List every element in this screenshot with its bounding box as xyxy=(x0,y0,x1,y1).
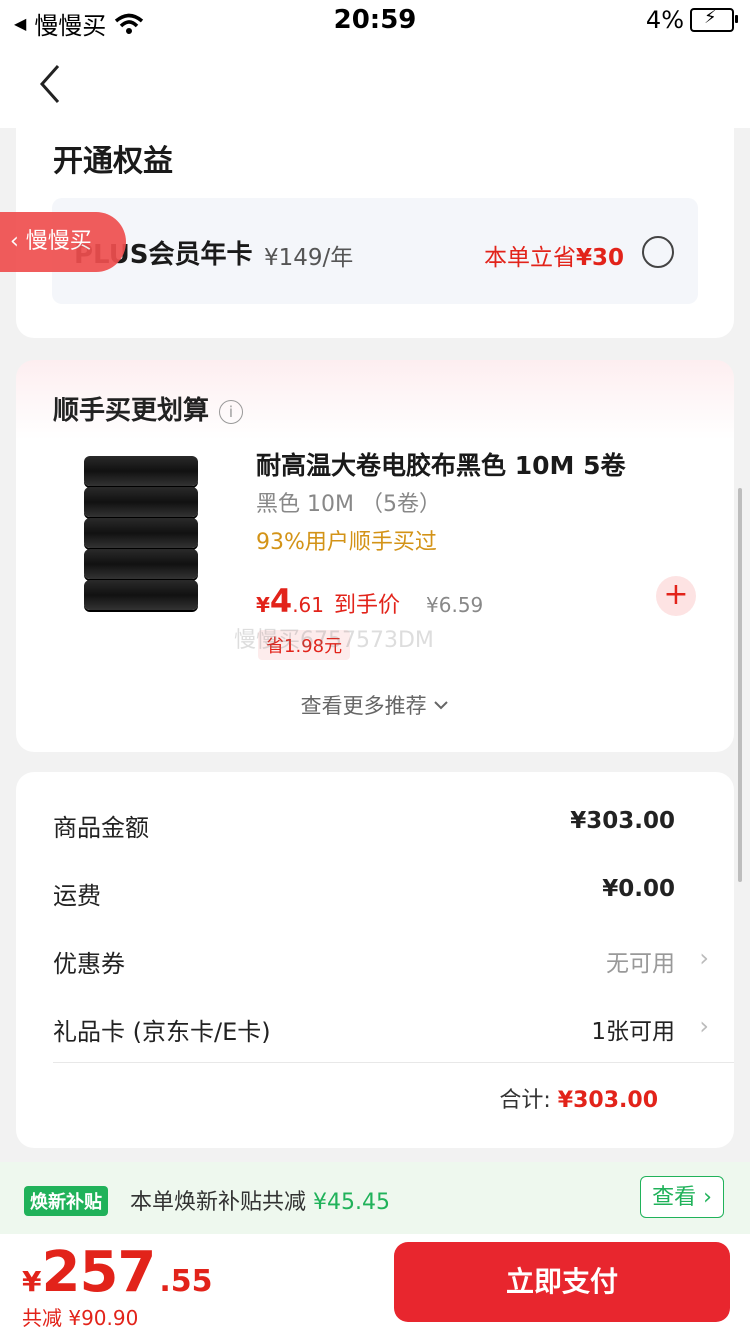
more-recommendations[interactable]: 查看更多推荐 xyxy=(16,690,734,720)
plus-save-prefix: 本单立省 xyxy=(483,245,576,271)
price-yen: ¥ xyxy=(256,593,270,617)
bottom-bar: ¥ 257 .55 共减 ¥90.90 立即支付 xyxy=(0,1234,750,1334)
status-time: 20:59 xyxy=(333,5,417,35)
chevron-right-icon: › xyxy=(699,1012,709,1040)
status-right: 4% ⚡ xyxy=(645,6,738,34)
battery-percent: 4% xyxy=(645,6,684,34)
row-coupon[interactable]: 优惠券 无可用 › xyxy=(53,944,709,979)
pay-now-button[interactable]: 立即支付 xyxy=(394,1242,730,1322)
summary-card: 商品金额 ¥303.00 运费 ¥0.00 优惠券 无可用 › 礼品卡 (京东卡… xyxy=(16,772,734,1148)
tape-roll xyxy=(84,456,198,486)
original-price: ¥6.59 xyxy=(426,593,484,617)
nav-bar xyxy=(0,44,750,128)
product-image[interactable] xyxy=(54,444,224,620)
float-back-tag[interactable]: ‹ 慢慢买 xyxy=(0,212,126,272)
tape-roll xyxy=(84,487,198,517)
plus-membership-option[interactable]: PLUS会员年卡 ¥149/年 本单立省¥30 xyxy=(52,198,698,304)
plus-save-amount: ¥30 xyxy=(575,245,624,271)
subsidy-amount: ¥45.45 xyxy=(313,1190,390,1215)
pay-saved[interactable]: 共减 ¥90.90 xyxy=(22,1302,138,1331)
tape-roll xyxy=(84,580,198,610)
subsidy-bar: 焕新补贴 本单焕新补贴共减 ¥45.45 查看 › xyxy=(0,1162,750,1234)
back-button[interactable] xyxy=(34,62,74,112)
product-price-value: ¥4.61 xyxy=(256,582,324,620)
more-label: 查看更多推荐 xyxy=(300,694,427,718)
add-to-order-button[interactable]: + xyxy=(656,576,696,616)
watermark: 慢慢买6757573DM xyxy=(234,628,434,653)
total-amount: ¥303.00 xyxy=(557,1088,658,1113)
row-value: 无可用 xyxy=(606,951,675,977)
product-price: ¥4.61 到手价 ¥6.59 xyxy=(256,582,483,620)
row-label: 优惠券 xyxy=(53,950,125,978)
row-label: 商品金额 xyxy=(53,814,149,842)
row-value: ¥303.00 xyxy=(570,808,675,834)
total: 合计: ¥303.00 xyxy=(499,1082,658,1114)
tape-roll xyxy=(84,549,198,579)
pay-price-dec: .55 xyxy=(159,1264,213,1299)
pay-price-int: 257 xyxy=(41,1240,156,1305)
info-icon[interactable]: i xyxy=(219,400,244,424)
row-goods-amount: 商品金额 ¥303.00 xyxy=(53,808,697,843)
price-dec: .61 xyxy=(292,593,324,617)
addon-card: 顺手买更划算 i 耐高温大卷电胶布黑色 10M 5卷 黑色 10M （5卷） 93… xyxy=(16,360,734,752)
divider xyxy=(53,1062,734,1063)
chevron-down-icon xyxy=(434,701,449,710)
row-value: 1张可用 xyxy=(591,1019,675,1045)
battery-icon: ⚡ xyxy=(690,7,738,32)
row-shipping: 运费 ¥0.00 xyxy=(53,876,697,911)
row-gift-card[interactable]: 礼品卡 (京东卡/E卡) 1张可用 › xyxy=(53,1012,709,1047)
chevron-right-icon: › xyxy=(696,1185,712,1210)
pay-price: ¥ 257 .55 xyxy=(22,1240,213,1305)
addon-title: 顺手买更划算 i xyxy=(53,390,244,427)
row-label: 运费 xyxy=(53,882,101,910)
plus-radio[interactable] xyxy=(642,236,674,268)
tape-roll xyxy=(84,518,198,548)
product-bought: 93%用户顺手买过 xyxy=(256,530,437,555)
chevron-left-icon: ‹ xyxy=(10,229,26,254)
row-value: ¥0.00 xyxy=(602,876,675,902)
subsidy-view-button[interactable]: 查看 › xyxy=(640,1176,724,1218)
addon-title-text: 顺手买更划算 xyxy=(53,396,210,426)
benefits-title: 开通权益 xyxy=(53,144,173,179)
price-label: 到手价 xyxy=(334,593,401,618)
subsidy-label: 本单焕新补贴共减 xyxy=(130,1190,307,1215)
row-label: 礼品卡 (京东卡/E卡) xyxy=(53,1018,271,1046)
subsidy-tag: 焕新补贴 xyxy=(24,1186,108,1216)
plus-price: ¥149/年 xyxy=(264,245,354,271)
product-spec: 黑色 10M （5卷） xyxy=(256,492,441,517)
subsidy-button-label: 查看 xyxy=(652,1185,697,1210)
total-label: 合计: xyxy=(499,1088,551,1113)
status-bar: ◀ 慢慢买 20:59 4% ⚡ xyxy=(0,0,750,44)
pay-yen: ¥ xyxy=(22,1265,42,1298)
scrollbar[interactable] xyxy=(738,488,742,882)
float-tag-label: 慢慢买 xyxy=(25,229,92,254)
chevron-right-icon: › xyxy=(699,944,709,972)
chevron-left-icon xyxy=(39,65,60,103)
product-name[interactable]: 耐高温大卷电胶布黑色 10M 5卷 xyxy=(256,446,625,482)
plus-save: 本单立省¥30 xyxy=(484,238,624,272)
subsidy-text: 本单焕新补贴共减 ¥45.45 xyxy=(130,1184,390,1216)
price-int: 4 xyxy=(269,582,293,620)
